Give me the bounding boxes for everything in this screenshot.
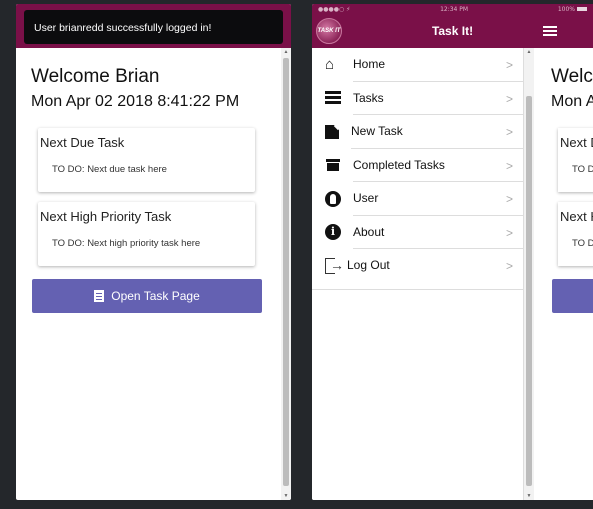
next-due-task-card[interactable]: Next Due Task TO DO: Next due task here xyxy=(38,128,255,192)
app-header: User brianredd successfully logged in! xyxy=(16,4,291,48)
card-body: TO DO: Next high priority task here xyxy=(52,238,201,249)
menu-item-user[interactable]: User > xyxy=(312,182,523,216)
welcome-heading: Welcome Brian xyxy=(551,66,593,87)
menu-item-label: About xyxy=(353,216,523,249)
menu-item-tasks[interactable]: Tasks > xyxy=(312,82,523,115)
hamburger-menu-icon[interactable] xyxy=(543,26,557,36)
home-content-behind-drawer: Welcome Brian Mon Apr 02 2018 8:41:22 PM… xyxy=(536,48,593,500)
menu-item-label: New Task xyxy=(351,115,523,149)
chevron-right-icon: > xyxy=(505,58,513,72)
vertical-scrollbar[interactable]: ▲ ▼ xyxy=(281,48,291,500)
document-icon xyxy=(94,290,105,302)
menu-item-label: Completed Tasks xyxy=(353,149,523,182)
chevron-right-icon: > xyxy=(505,225,513,240)
phone-screen-menu: ●●●●○ ⚡ 12:34 PM 100% TASK IT Task It! W… xyxy=(312,4,593,500)
scroll-down-icon[interactable]: ▼ xyxy=(281,492,291,500)
card-body: TO DO: Next due task here xyxy=(52,164,167,175)
scroll-up-icon[interactable]: ▲ xyxy=(281,48,291,56)
list-icon xyxy=(325,90,341,107)
login-toast: User brianredd successfully logged in! xyxy=(24,10,283,44)
menu-item-new-task[interactable]: New Task > xyxy=(312,115,523,149)
battery-icon xyxy=(576,7,587,11)
info-icon: i xyxy=(325,224,341,241)
logout-icon xyxy=(325,257,344,274)
menu-item-label: Log Out xyxy=(347,258,390,272)
status-bar: ●●●●○ ⚡ 12:34 PM 100% xyxy=(312,4,593,14)
scrollbar-thumb[interactable] xyxy=(283,58,289,486)
next-due-task-card: Next Due Task TO DO: Next due task here xyxy=(558,128,593,192)
welcome-heading: Welcome Brian xyxy=(31,66,160,87)
current-datetime: Mon Apr 02 2018 8:41:22 PM xyxy=(551,93,593,110)
card-title: Next High Priority Task xyxy=(560,209,593,224)
app-logo: TASK IT xyxy=(316,18,342,44)
open-task-page-button xyxy=(552,279,593,313)
menu-item-label: User xyxy=(353,182,523,216)
home-content: Welcome Brian Mon Apr 02 2018 8:41:22 PM… xyxy=(16,48,281,500)
next-high-priority-task-card[interactable]: Next High Priority Task TO DO: Next high… xyxy=(38,202,255,266)
scrollbar-thumb[interactable] xyxy=(526,96,532,486)
user-icon xyxy=(325,190,341,207)
current-datetime: Mon Apr 02 2018 8:41:22 PM xyxy=(31,93,240,110)
menu-item-label: Tasks xyxy=(353,82,523,115)
phone-screen-home: User brianredd successfully logged in! W… xyxy=(16,4,291,500)
card-title: Next High Priority Task xyxy=(40,209,172,224)
battery-indicator: 100% xyxy=(558,6,587,13)
archive-icon xyxy=(325,157,341,173)
open-task-page-button[interactable]: Open Task Page xyxy=(32,279,262,313)
toast-message: User brianredd successfully logged in! xyxy=(34,22,212,34)
chevron-right-icon: > xyxy=(505,125,513,139)
edit-icon xyxy=(325,125,339,140)
card-title: Next Due Task xyxy=(560,135,593,150)
chevron-right-icon: > xyxy=(505,158,513,173)
chevron-right-icon: > xyxy=(505,192,513,206)
card-title: Next Due Task xyxy=(40,135,125,150)
vertical-scrollbar[interactable]: ▲ ▼ xyxy=(524,48,534,500)
card-body: TO DO: Next high priority task here xyxy=(572,238,593,249)
app-title: Task It! xyxy=(431,24,474,38)
button-label: Open Task Page xyxy=(111,289,200,303)
scroll-down-icon[interactable]: ▼ xyxy=(524,492,534,500)
status-time: 12:34 PM xyxy=(440,5,469,13)
chevron-right-icon: > xyxy=(505,91,513,106)
next-high-priority-task-card: Next High Priority Task TO DO: Next high… xyxy=(558,202,593,266)
carrier-signal: ●●●●○ ⚡ xyxy=(318,5,351,13)
card-body: TO DO: Next due task here xyxy=(572,164,593,175)
app-header: TASK IT Task It! xyxy=(312,14,593,48)
drawer-divider xyxy=(312,289,523,290)
side-drawer: ⌂ Home > Tasks > New Task > Completed Ta… xyxy=(312,48,524,500)
menu-item-home[interactable]: ⌂ Home > xyxy=(312,48,523,82)
menu-item-label: Home xyxy=(353,48,523,82)
home-icon: ⌂ xyxy=(325,55,335,73)
menu-item-log-out[interactable]: Log Out > xyxy=(312,249,523,283)
menu-item-completed-tasks[interactable]: Completed Tasks > xyxy=(312,149,523,182)
chevron-right-icon: > xyxy=(505,259,513,273)
menu-item-about[interactable]: i About > xyxy=(312,216,523,249)
scroll-up-icon[interactable]: ▲ xyxy=(524,48,534,56)
